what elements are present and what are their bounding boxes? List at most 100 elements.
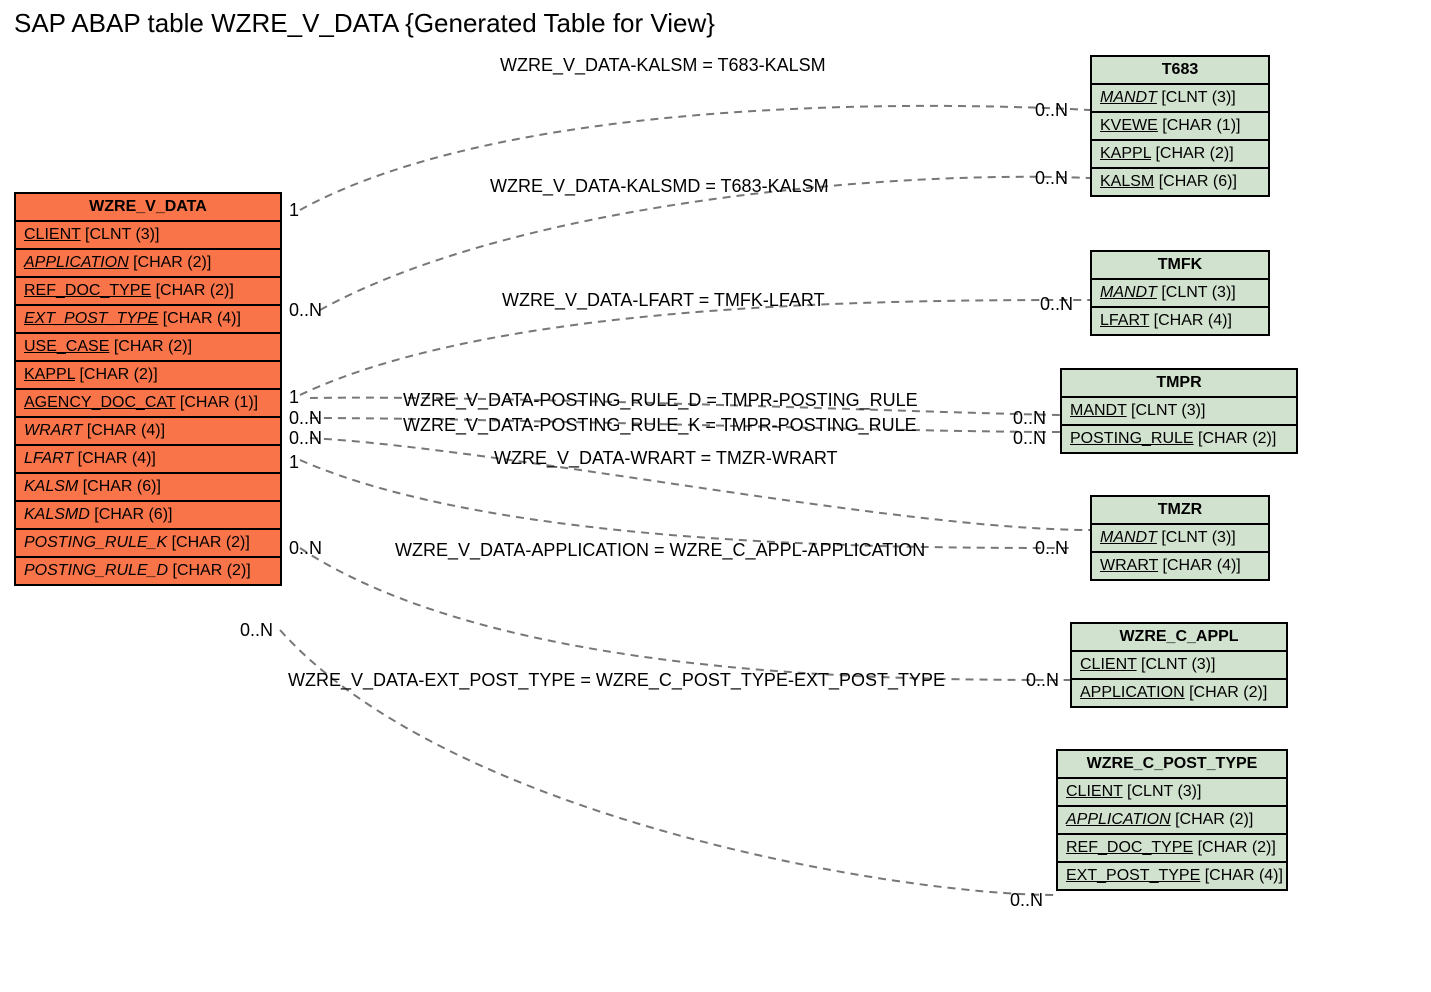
field-type: [CHAR (2)] <box>1194 430 1277 447</box>
entity-tmpr: TMPR MANDT [CLNT (3)]POSTING_RULE [CHAR … <box>1060 368 1298 454</box>
cardinality-label: 0..N <box>1026 670 1059 691</box>
field-row: APPLICATION [CHAR (2)] <box>1058 807 1286 835</box>
cardinality-label: 1 <box>289 452 299 473</box>
field-type: [CHAR (6)] <box>78 478 161 495</box>
field-row: MANDT [CLNT (3)] <box>1062 398 1296 426</box>
field-row: EXT_POST_TYPE [CHAR (4)] <box>1058 863 1286 889</box>
field-type: [CHAR (6)] <box>1154 173 1237 190</box>
field-row: POSTING_RULE_D [CHAR (2)] <box>16 558 280 584</box>
field-type: [CHAR (2)] <box>168 562 251 579</box>
field-name: MANDT <box>1100 284 1157 301</box>
field-row: USE_CASE [CHAR (2)] <box>16 334 280 362</box>
cardinality-label: 0..N <box>1013 408 1046 429</box>
field-name: LFART <box>1100 312 1149 329</box>
field-row: LFART [CHAR (4)] <box>1092 308 1268 334</box>
field-row: KALSM [CHAR (6)] <box>16 474 280 502</box>
field-row: LFART [CHAR (4)] <box>16 446 280 474</box>
entity-header: TMFK <box>1092 252 1268 280</box>
field-name: APPLICATION <box>1080 684 1185 701</box>
field-row: CLIENT [CLNT (3)] <box>1058 779 1286 807</box>
field-name: POSTING_RULE <box>1070 430 1194 447</box>
field-type: [CLNT (3)] <box>81 226 160 243</box>
field-type: [CHAR (4)] <box>1200 867 1283 884</box>
field-type: [CLNT (3)] <box>1157 529 1236 546</box>
field-type: [CHAR (2)] <box>109 338 192 355</box>
rel-label: WZRE_V_DATA-APPLICATION = WZRE_C_APPL-AP… <box>395 540 925 561</box>
entity-t683: T683 MANDT [CLNT (3)]KVEWE [CHAR (1)]KAP… <box>1090 55 1270 197</box>
field-name: POSTING_RULE_K <box>24 534 167 551</box>
rel-label: WZRE_V_DATA-KALSM = T683-KALSM <box>500 55 826 76</box>
field-name: EXT_POST_TYPE <box>24 310 158 327</box>
field-name: WRART <box>1100 557 1158 574</box>
field-name: REF_DOC_TYPE <box>1066 839 1193 856</box>
field-name: KVEWE <box>1100 117 1158 134</box>
field-type: [CHAR (2)] <box>75 366 158 383</box>
field-type: [CHAR (2)] <box>151 282 234 299</box>
entity-wzre-c-appl: WZRE_C_APPL CLIENT [CLNT (3)]APPLICATION… <box>1070 622 1288 708</box>
rel-label: WZRE_V_DATA-KALSMD = T683-KALSM <box>490 176 829 197</box>
field-type: [CHAR (4)] <box>1149 312 1232 329</box>
field-row: WRART [CHAR (4)] <box>1092 553 1268 579</box>
entity-header: WZRE_C_POST_TYPE <box>1058 751 1286 779</box>
field-name: LFART <box>24 450 73 467</box>
field-name: MANDT <box>1100 89 1157 106</box>
entity-header: WZRE_V_DATA <box>16 194 280 222</box>
field-row: POSTING_RULE [CHAR (2)] <box>1062 426 1296 452</box>
field-type: [CLNT (3)] <box>1123 783 1202 800</box>
field-name: REF_DOC_TYPE <box>24 282 151 299</box>
cardinality-label: 0..N <box>1013 428 1046 449</box>
rel-label: WZRE_V_DATA-EXT_POST_TYPE = WZRE_C_POST_… <box>288 670 945 691</box>
field-type: [CHAR (4)] <box>1158 557 1241 574</box>
field-name: AGENCY_DOC_CAT <box>24 394 175 411</box>
field-row: CLIENT [CLNT (3)] <box>16 222 280 250</box>
field-name: KALSMD <box>24 506 90 523</box>
cardinality-label: 0..N <box>1035 100 1068 121</box>
field-row: REF_DOC_TYPE [CHAR (2)] <box>16 278 280 306</box>
entity-tmzr: TMZR MANDT [CLNT (3)]WRART [CHAR (4)] <box>1090 495 1270 581</box>
cardinality-label: 0..N <box>1040 294 1073 315</box>
field-name: CLIENT <box>24 226 81 243</box>
field-type: [CHAR (2)] <box>1171 811 1254 828</box>
field-name: MANDT <box>1070 402 1127 419</box>
field-row: KVEWE [CHAR (1)] <box>1092 113 1268 141</box>
rel-label: WZRE_V_DATA-POSTING_RULE_K = TMPR-POSTIN… <box>403 415 917 436</box>
entity-wzre-v-data: WZRE_V_DATA CLIENT [CLNT (3)]APPLICATION… <box>14 192 282 586</box>
field-type: [CHAR (2)] <box>1193 839 1276 856</box>
field-type: [CHAR (4)] <box>82 422 165 439</box>
field-type: [CLNT (3)] <box>1157 89 1236 106</box>
field-row: APPLICATION [CHAR (2)] <box>1072 680 1286 706</box>
field-row: MANDT [CLNT (3)] <box>1092 85 1268 113</box>
field-name: CLIENT <box>1066 783 1123 800</box>
cardinality-label: 0..N <box>289 538 322 559</box>
field-type: [CHAR (2)] <box>1185 684 1268 701</box>
entity-header: TMZR <box>1092 497 1268 525</box>
field-type: [CHAR (1)] <box>1158 117 1241 134</box>
entity-header: WZRE_C_APPL <box>1072 624 1286 652</box>
rel-label: WZRE_V_DATA-POSTING_RULE_D = TMPR-POSTIN… <box>403 390 918 411</box>
field-name: KALSM <box>24 478 78 495</box>
cardinality-label: 1 <box>289 200 299 221</box>
field-type: [CHAR (4)] <box>158 310 241 327</box>
field-type: [CLNT (3)] <box>1157 284 1236 301</box>
cardinality-label: 0..N <box>1010 890 1043 911</box>
field-name: CLIENT <box>1080 656 1137 673</box>
cardinality-label: 0..N <box>1035 168 1068 189</box>
field-name: KALSM <box>1100 173 1154 190</box>
field-type: [CHAR (4)] <box>73 450 156 467</box>
field-row: MANDT [CLNT (3)] <box>1092 525 1268 553</box>
field-name: USE_CASE <box>24 338 109 355</box>
field-name: WRART <box>24 422 82 439</box>
field-type: [CHAR (6)] <box>90 506 173 523</box>
field-row: KALSMD [CHAR (6)] <box>16 502 280 530</box>
cardinality-label: 0..N <box>1035 538 1068 559</box>
entity-header: T683 <box>1092 57 1268 85</box>
entity-tmfk: TMFK MANDT [CLNT (3)]LFART [CHAR (4)] <box>1090 250 1270 336</box>
rel-label: WZRE_V_DATA-WRART = TMZR-WRART <box>494 448 838 469</box>
page-title: SAP ABAP table WZRE_V_DATA {Generated Ta… <box>14 8 715 39</box>
field-row: MANDT [CLNT (3)] <box>1092 280 1268 308</box>
field-name: KAPPL <box>24 366 75 383</box>
field-type: [CHAR (1)] <box>175 394 258 411</box>
entity-header: TMPR <box>1062 370 1296 398</box>
field-type: [CHAR (2)] <box>167 534 250 551</box>
field-row: REF_DOC_TYPE [CHAR (2)] <box>1058 835 1286 863</box>
